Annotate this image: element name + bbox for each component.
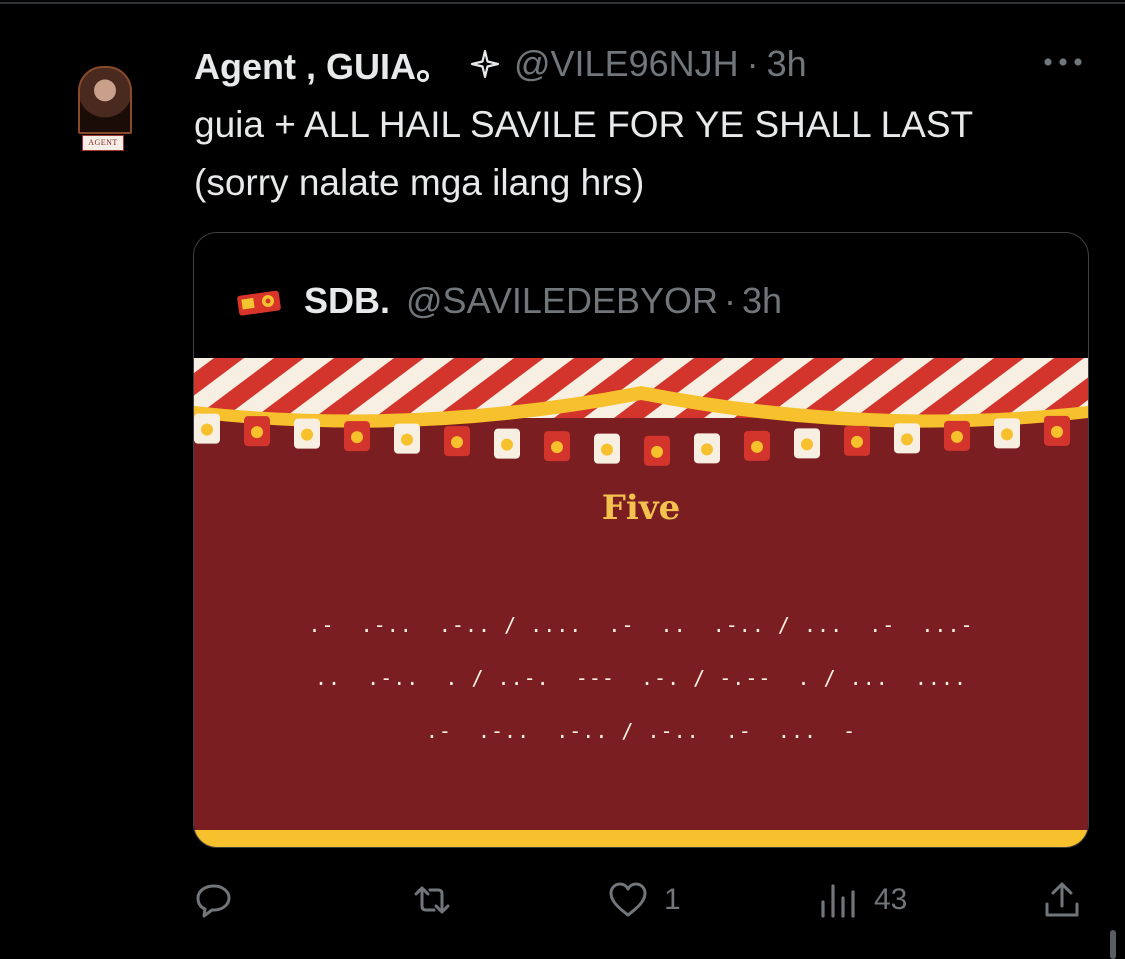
quoted-tweet-header: SDB. @SAVILEDEBYOR · 3h — [234, 279, 782, 323]
author-handle[interactable]: @VILE96NJH — [514, 43, 739, 85]
views-count: 43 — [874, 883, 908, 916]
author-avatar[interactable] — [78, 66, 132, 134]
like-count: 1 — [664, 883, 681, 916]
retweet-icon — [414, 886, 450, 914]
scrollbar-thumb[interactable] — [1110, 930, 1116, 959]
header-separator: · — [746, 43, 759, 84]
views-icon — [821, 884, 855, 918]
quoted-display-name[interactable]: SDB. — [304, 280, 390, 322]
morse-line-1: .- .-.. .-.. / .... .- .. .-.. / ... .- … — [308, 613, 974, 637]
more-options-icon[interactable] — [1040, 50, 1086, 74]
reply-button[interactable] — [192, 870, 236, 930]
quoted-header-separator: · — [724, 280, 736, 321]
quoted-tweet-image[interactable]: Five .- .-.. .-.. / .... .- .. .-.. / ..… — [194, 358, 1088, 847]
tweet-header: Agent , GUIA。 @VILE96NJH · 3h — [194, 38, 807, 90]
tweet-timestamp[interactable]: 3h — [767, 43, 807, 85]
share-button[interactable] — [1040, 870, 1084, 930]
like-button[interactable]: 1 — [606, 870, 681, 930]
display-name[interactable]: Agent , GUIA。 — [194, 38, 452, 90]
views-button[interactable]: 43 — [816, 870, 907, 930]
sparkle-icon — [470, 49, 500, 79]
quoted-author-handle[interactable]: @SAVILEDEBYOR — [406, 280, 718, 322]
heart-icon — [609, 882, 647, 917]
top-divider — [0, 2, 1125, 4]
retweet-button[interactable] — [410, 870, 454, 930]
morse-line-2: .. .-.. . / ..-. --- .-. / -.-- . / ... … — [314, 666, 968, 690]
share-icon — [1045, 882, 1079, 917]
reply-icon — [196, 884, 231, 918]
tweet-action-bar: 1 43 — [0, 870, 1125, 930]
tweet-text: guia + ALL HAIL SAVILE FOR YE SHALL LAST… — [194, 104, 973, 203]
circus-tent-graphic — [194, 358, 1088, 466]
quoted-author-avatar[interactable] — [234, 283, 286, 319]
quoted-tweet-card[interactable]: SDB. @SAVILEDEBYOR · 3h Five .- .-.. .-.… — [193, 232, 1089, 848]
avatar-label: AGENT — [82, 135, 124, 151]
gold-bottom-border — [194, 830, 1088, 847]
image-title: Five — [601, 488, 681, 528]
morse-line-3: .- .-.. .-.. / .-.. .- ... - — [425, 719, 857, 743]
quoted-tweet-timestamp[interactable]: 3h — [742, 280, 782, 322]
